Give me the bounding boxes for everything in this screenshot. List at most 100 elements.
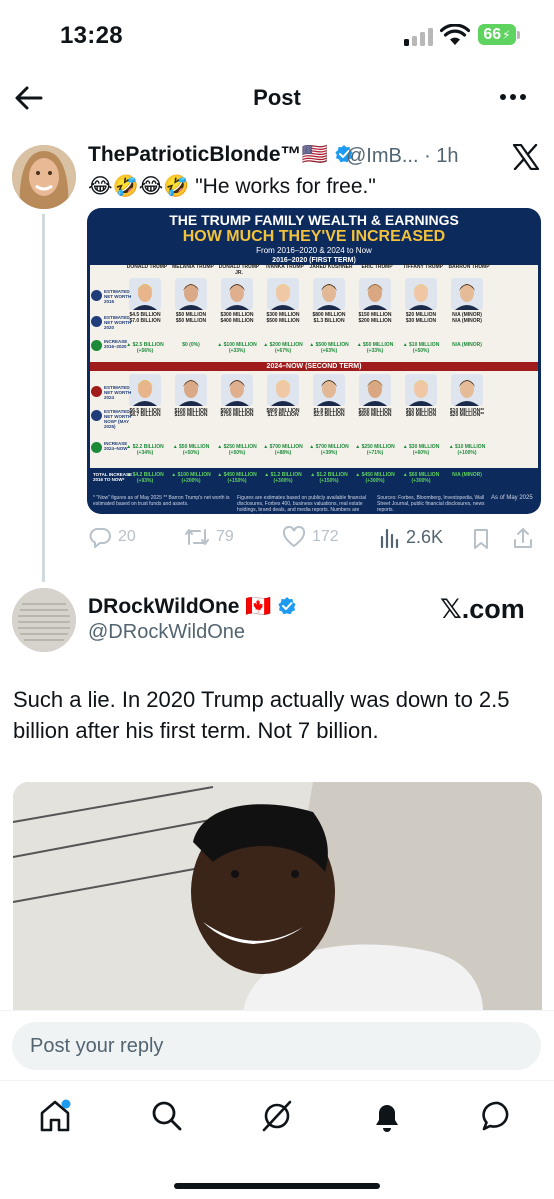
nw2016-row-label: ESTIMATED NET WORTH 2016 (104, 289, 132, 304)
inc1-value: $0 (0%) (182, 342, 200, 348)
post-text: 😂🤣😂🤣 "He works for free." (88, 175, 376, 198)
reply-area: Post your reply (0, 1010, 554, 1080)
avatar[interactable] (12, 145, 76, 209)
inc2-value: ▲ $700 MILLION (+88%) (263, 444, 303, 456)
author-name[interactable]: DRockWildOne 🇨🇦 (88, 595, 297, 619)
footnote: * "Now" figures as of May 2025 ** Barron… (93, 495, 230, 507)
person-photo-second-term (175, 374, 207, 406)
inc2-value: ▲ $250 MILLION (+50%) (217, 444, 257, 456)
messages-icon[interactable] (481, 1099, 515, 1133)
nwnow-value: $2.5 BILLION (313, 412, 345, 418)
person-name: TIFFANY TRUMP (403, 264, 443, 270)
heart-icon (282, 526, 306, 548)
person-name: JARED KUSHNER (309, 264, 353, 270)
total-value: ▲ $1.2 BILLION (+300%) (264, 472, 302, 484)
person-photo-second-term (129, 374, 161, 406)
notifications-icon[interactable] (370, 1099, 404, 1133)
total-value: N/A (MINOR) (452, 472, 482, 478)
nwnow-value: $1.5 BILLION (267, 412, 299, 418)
battery-indicator: 66 ⚡ (478, 24, 516, 45)
home-icon[interactable] (38, 1099, 72, 1133)
repost-icon (185, 529, 209, 545)
views-button[interactable]: 2.6K (378, 526, 443, 548)
search-icon[interactable] (150, 1099, 184, 1133)
nw2020-value: $50 MILLION (175, 318, 207, 324)
analytics-icon (380, 528, 399, 548)
nw2020-value: $1.3 BILLION (313, 318, 345, 324)
inc1-row-icon (91, 340, 102, 351)
nw2020-value: N/A (MINOR) (452, 318, 482, 324)
infographic-date-range: From 2016–2020 & 2024 to Now (256, 246, 372, 255)
person-name: DONALD TRUMP JR. (218, 264, 260, 276)
page-title: Post (253, 85, 301, 110)
inc2-value: ▲ $700 MILLION (+39%) (309, 444, 349, 456)
person-photo-first-term (221, 278, 253, 310)
status-time: 13:28 (60, 22, 123, 49)
reply-placeholder: Post your reply (30, 1035, 164, 1057)
more-horizontal-icon[interactable] (498, 92, 528, 102)
inc1-value: ▲ $200 MILLION (+67%) (263, 342, 303, 354)
total-value: ▲ $60 MILLION (+300%) (402, 472, 440, 484)
post-text: Such a lie. In 2020 Trump actually was d… (13, 687, 510, 743)
nw2020-row-icon (91, 316, 102, 327)
nwnow-value: $750 MILLION (220, 412, 254, 418)
author-handle[interactable]: @DRockWildOne (88, 621, 245, 644)
post-header: Post (0, 70, 554, 126)
total-value: ▲ $1.2 BILLION (+150%) (310, 472, 348, 484)
reply-input[interactable]: Post your reply (12, 1022, 541, 1070)
bottom-tab-bar (0, 1080, 554, 1199)
nwnow-value: $600 MILLION (358, 412, 392, 418)
total-row-label: TOTAL INCREASE 2016 TO NOW* (93, 472, 133, 482)
grok-icon[interactable] (260, 1099, 294, 1133)
nw2020-value: $500 MILLION (266, 318, 300, 324)
person-photo-second-term (221, 374, 253, 406)
person-photo-first-term (129, 278, 161, 310)
person-photo-first-term (175, 278, 207, 310)
repost-button[interactable]: 79 (184, 526, 234, 548)
source-label: 𝕏.com (440, 594, 525, 624)
person-name: IVANKA TRUMP (266, 264, 304, 270)
wealth-infographic-image[interactable]: THE TRUMP FAMILY WEALTH & EARNINGS HOW M… (87, 208, 541, 514)
repost-count: 79 (216, 528, 234, 545)
second-term-band: 2024–NOW (SECOND TERM) (90, 362, 538, 371)
x-logo-icon[interactable] (512, 144, 540, 170)
person-photo-first-term (359, 278, 391, 310)
total-value: ▲ $450 MILLION (+300%) (355, 472, 395, 484)
infographic-footer: * "Now" figures as of May 2025 ** Barron… (87, 492, 541, 514)
attached-photo[interactable] (13, 782, 542, 1012)
inc2-value: ▲ $30 MILLION (+60%) (402, 444, 440, 456)
share-icon[interactable] (512, 527, 534, 549)
reply-icon (89, 528, 111, 548)
author-handle-time[interactable]: @ImB... · 1h (346, 145, 459, 168)
inc1-value: ▲ $500 MILLION (+63%) (309, 342, 349, 354)
nwnow-value: $20 MILLION** (449, 412, 485, 418)
person-photo-second-term (405, 374, 437, 406)
like-button[interactable]: 172 (282, 526, 339, 548)
cellular-signal-icon (404, 26, 434, 46)
person-photo-second-term (359, 374, 391, 406)
person-name: MELANIA TRUMP (172, 264, 214, 270)
nw2020-value: $200 MILLION (358, 318, 392, 324)
infographic-subtitle: HOW MUCH THEY'VE INCREASED (182, 228, 446, 245)
inc1-value: N/A (MINOR) (452, 342, 482, 348)
person-photo-second-term (451, 374, 483, 406)
nw2024-row-icon (91, 386, 102, 397)
verified-badge-icon (278, 597, 296, 615)
as-of-date: As of May 2025 (491, 495, 533, 501)
post-actions: 20 79 172 2.6K (88, 524, 540, 554)
author-name[interactable]: ThePatrioticBlonde™🇺🇸 (88, 143, 354, 167)
sources-note: Sources: Forbes, Bloomberg, Investopedia… (377, 495, 485, 513)
bookmark-icon[interactable] (472, 528, 490, 550)
inc1-row-label: INCREASE 2016–2020 (104, 339, 128, 349)
person-name: DONALD TRUMP (126, 264, 168, 270)
home-indicator (174, 1183, 380, 1189)
nw2020-row-label: ESTIMATED NET WORTH 2020 (104, 315, 132, 330)
nw2024-row-label: ESTIMATED NET WORTH 2024 (104, 385, 132, 400)
person-photo-first-term (405, 278, 437, 310)
nwnow-row-label: ESTIMATED NET WORTH NOW* (MAY 2025) (104, 409, 132, 429)
battery-tip (517, 31, 520, 39)
avatar[interactable] (12, 588, 76, 652)
inc2-row-label: INCREASE 2024–NOW (104, 441, 128, 451)
reply-button[interactable]: 20 (88, 526, 136, 548)
inc2-value: ▲ $10 MILLION (+100%) (448, 444, 486, 456)
